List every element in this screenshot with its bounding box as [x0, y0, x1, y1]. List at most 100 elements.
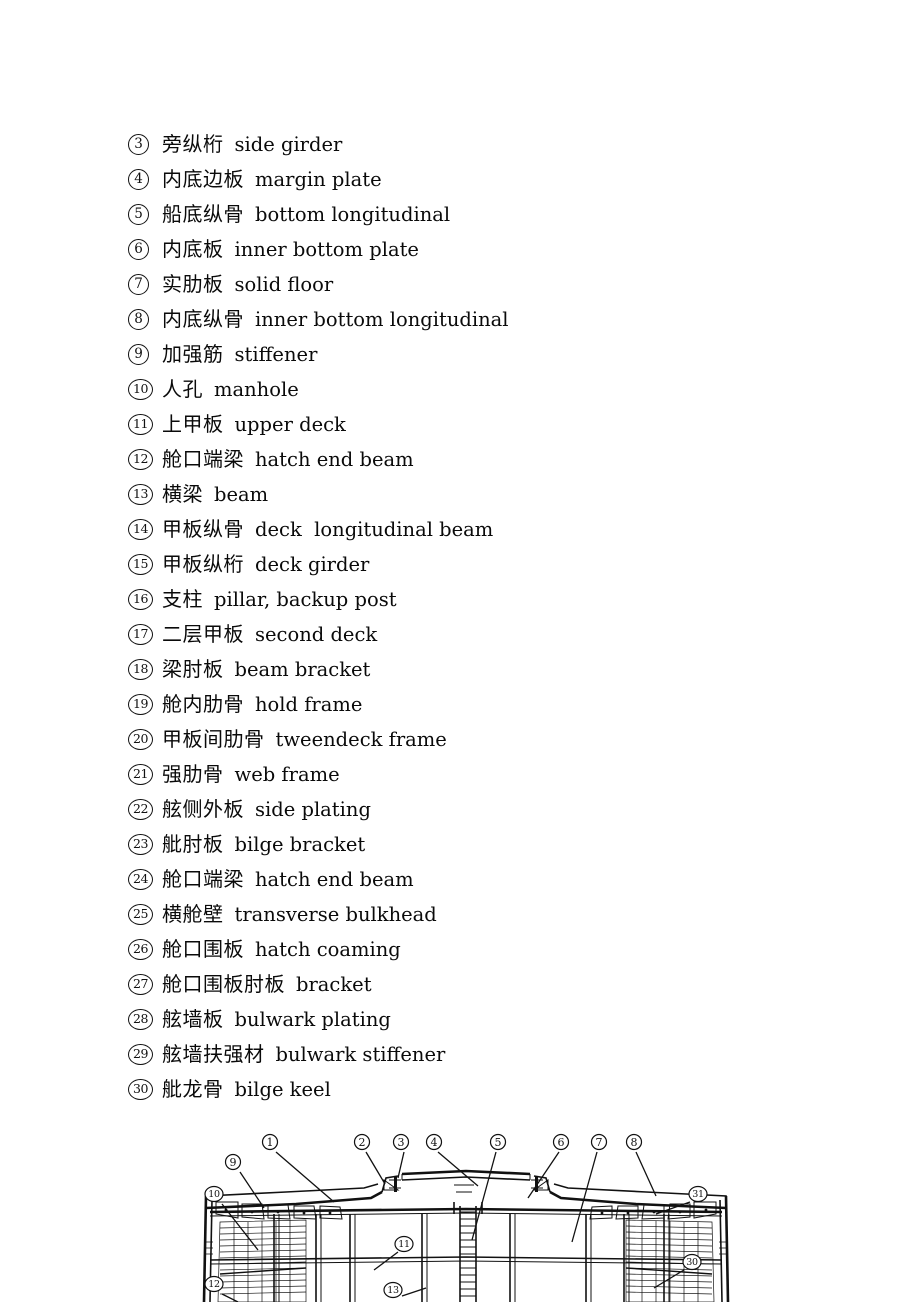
diagram-callout: 3: [392, 1133, 410, 1151]
term-chinese-label: 甲板纵桁: [162, 552, 244, 576]
term-chinese-label: 支柱: [162, 587, 203, 611]
callout-number-label: 4: [431, 1136, 438, 1149]
term-chinese-label: 旁纵桁: [162, 132, 224, 156]
term-number-circle: 24: [128, 869, 154, 892]
term-chinese-label: 强肋骨: [162, 762, 224, 786]
callout-number-label: 13: [387, 1285, 399, 1296]
term-number-label: 27: [132, 976, 149, 991]
diagram-callout: 11: [394, 1235, 414, 1253]
term-english-label: second deck: [255, 623, 378, 646]
term-number-label: 17: [132, 626, 149, 641]
term-number-label: 6: [134, 241, 143, 257]
term-number-circle: 20: [128, 729, 154, 752]
term-chinese-label: 加强筋: [162, 342, 224, 366]
left-corrugated-bulkhead: [217, 1219, 307, 1302]
diagram-callout: 13: [383, 1281, 403, 1299]
term-number-label: 4: [134, 171, 143, 187]
term-number-label: 19: [132, 696, 149, 711]
term-row: 9 加强筋 stiffener: [128, 338, 828, 373]
term-english-label: pillar, backup post: [214, 588, 397, 611]
transverse-beam: [209, 1256, 723, 1265]
diagram-callout: 5: [489, 1133, 507, 1151]
term-row: 21 强肋骨 web frame: [128, 758, 828, 793]
term-number-circle: 26: [128, 939, 154, 962]
term-row: 8 内底纵骨 inner bottom longitudinal: [128, 303, 828, 338]
term-english-label: side plating: [255, 798, 371, 821]
term-english-label: margin plate: [255, 168, 382, 191]
term-number-circle: 4: [128, 169, 154, 192]
term-chinese-label: 舷墙板: [162, 1007, 224, 1031]
diagram-callout: 7: [590, 1133, 608, 1151]
diagram-callout: 8: [625, 1133, 643, 1151]
diagram-callout: 30: [682, 1253, 702, 1271]
term-english-label: inner bottom plate: [234, 238, 419, 261]
term-number-label: 12: [132, 451, 149, 466]
term-row: 25 横舱壁 transverse bulkhead: [128, 898, 828, 933]
ship-cross-section-diagram: 1 2 3 4 5 6 7 8 9 10 31 11 30 12 13: [186, 1122, 746, 1302]
term-row: 30 舭龙骨 bilge keel: [128, 1073, 828, 1108]
term-number-circle: 23: [128, 834, 154, 857]
term-chinese-label: 人孔: [162, 377, 203, 401]
term-chinese-label: 横舱壁: [162, 902, 224, 926]
diagram-callout: 1: [261, 1133, 279, 1151]
term-number-label: 9: [134, 346, 143, 362]
callout-leader-lines: [221, 1151, 691, 1302]
term-row: 17 二层甲板 second deck: [128, 618, 828, 653]
term-number-circle: 29: [128, 1044, 154, 1067]
term-row: 3 旁纵桁 side girder: [128, 128, 828, 163]
term-number-label: 30: [132, 1081, 149, 1096]
term-row: 4 内底边板 margin plate: [128, 163, 828, 198]
term-chinese-label: 内底板: [162, 237, 224, 261]
term-number-circle: 10: [128, 379, 154, 402]
term-row: 19 舱内肋骨 hold frame: [128, 688, 828, 723]
term-number-label: 23: [132, 836, 149, 851]
term-row: 5 船底纵骨 bottom longitudinal: [128, 198, 828, 233]
callout-number-label: 31: [692, 1189, 704, 1200]
term-number-circle: 30: [128, 1079, 154, 1102]
term-number-label: 28: [132, 1011, 149, 1026]
callout-number-label: 5: [495, 1136, 502, 1149]
term-number-circle: 11: [128, 414, 154, 437]
diagram-callout: 9: [224, 1153, 242, 1171]
term-number-circle: 12: [128, 449, 154, 472]
term-number-circle: 15: [128, 554, 154, 577]
term-chinese-label: 内底边板: [162, 167, 244, 191]
callout-number-label: 8: [631, 1136, 638, 1149]
term-number-label: 24: [132, 871, 149, 886]
term-number-circle: 17: [128, 624, 154, 647]
term-english-label: bottom longitudinal: [255, 203, 451, 226]
term-number-circle: 5: [128, 204, 154, 227]
term-english-label: manhole: [214, 378, 299, 401]
upper-deck-structure: [205, 1183, 727, 1210]
hatch-coaming: [381, 1169, 551, 1193]
term-number-label: 11: [132, 416, 149, 431]
callout-number-label: 2: [359, 1136, 366, 1149]
term-row: 12 舱口端梁 hatch end beam: [128, 443, 828, 478]
callout-number-label: 1: [267, 1136, 274, 1149]
term-number-label: 16: [132, 591, 149, 606]
term-number-circle: 21: [128, 764, 154, 787]
term-english-label: beam bracket: [234, 658, 371, 681]
term-number-circle: 25: [128, 904, 154, 927]
term-english-label: transverse bulkhead: [234, 903, 437, 926]
term-number-circle: 6: [128, 239, 154, 262]
term-number-label: 13: [132, 486, 149, 501]
term-chinese-label: 内底纵骨: [162, 307, 244, 331]
term-chinese-label: 横梁: [162, 482, 203, 506]
callout-bubbles: 1 2 3 4 5 6 7 8910 3111301213: [204, 1133, 708, 1299]
term-english-label: bracket: [296, 973, 372, 996]
term-number-label: 3: [134, 136, 143, 152]
term-row: 10 人孔 manhole: [128, 373, 828, 408]
term-chinese-label: 舱口端梁: [162, 447, 244, 471]
term-english-label: bulwark stiffener: [275, 1043, 446, 1066]
term-row: 15 甲板纵桁 deck girder: [128, 548, 828, 583]
callout-number-label: 9: [230, 1156, 237, 1169]
callout-number-label: 10: [208, 1189, 220, 1200]
term-chinese-label: 舷侧外板: [162, 797, 244, 821]
term-number-circle: 18: [128, 659, 154, 682]
term-row: 13 横梁 beam: [128, 478, 828, 513]
callout-number-label: 6: [558, 1136, 565, 1149]
term-number-circle: 8: [128, 309, 154, 332]
term-number-circle: 9: [128, 344, 154, 367]
term-row: 20 甲板间肋骨 tweendeck frame: [128, 723, 828, 758]
